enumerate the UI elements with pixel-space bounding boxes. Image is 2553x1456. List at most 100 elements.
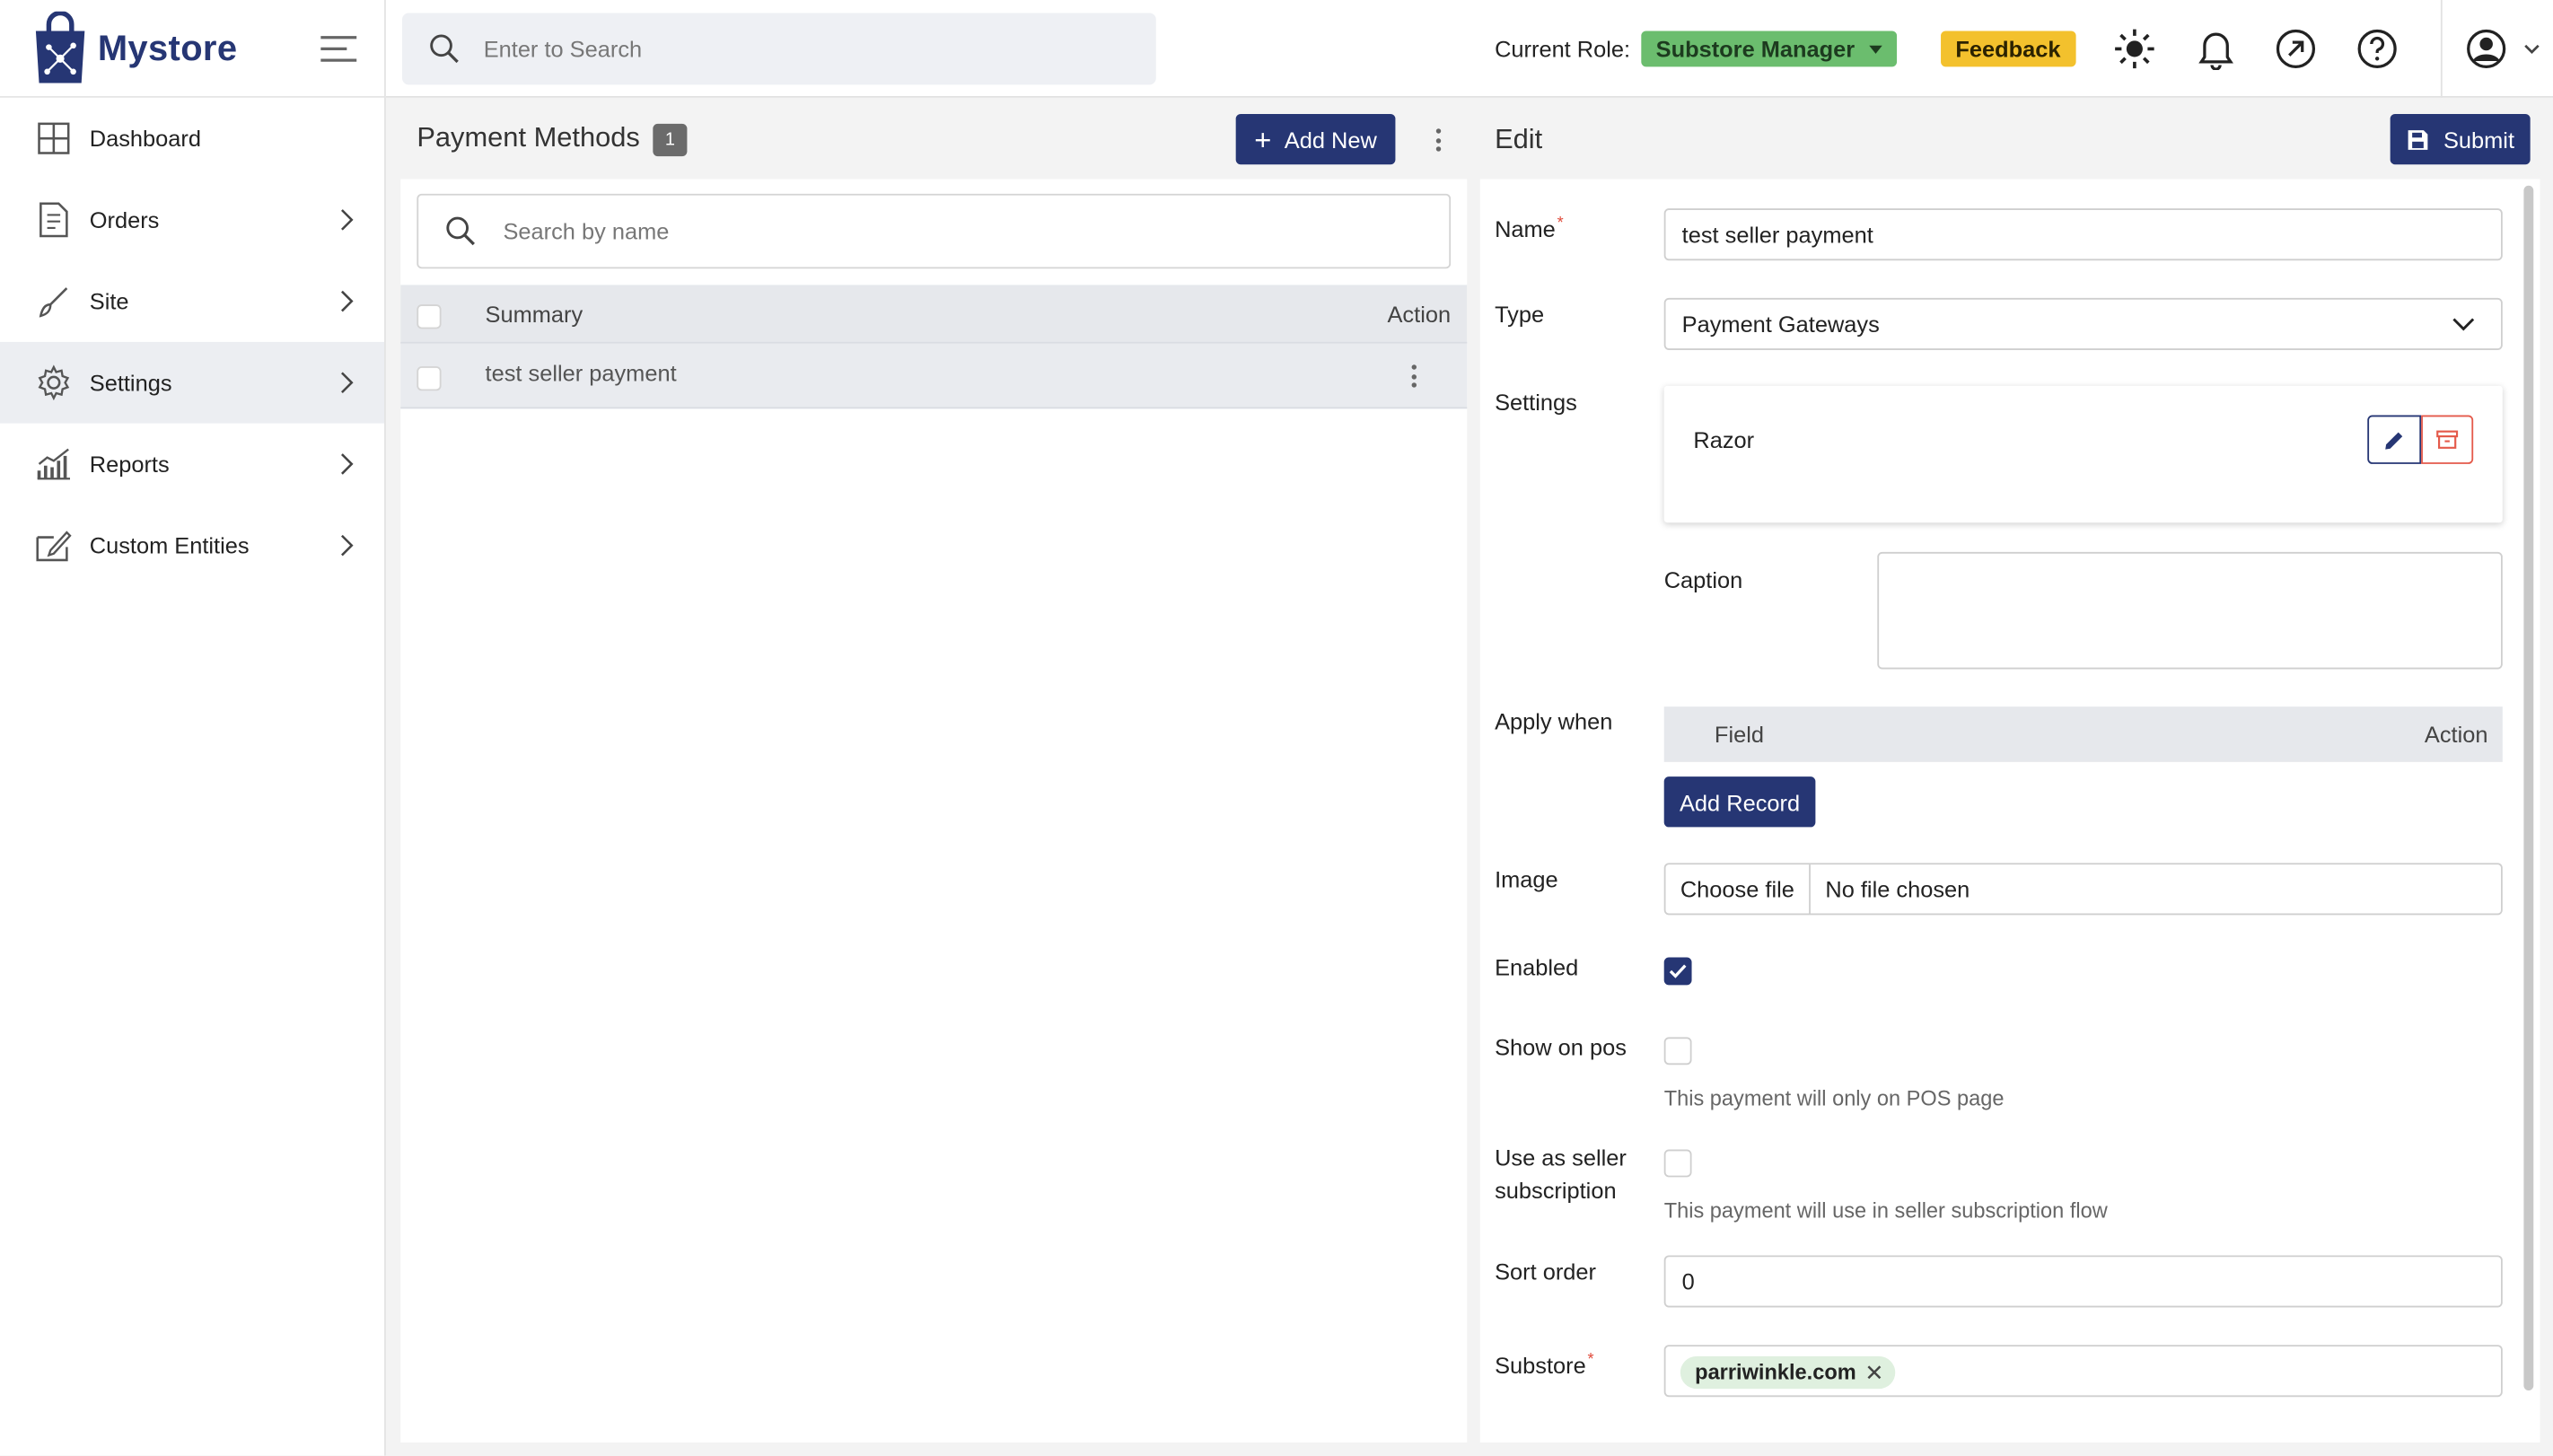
name-label: Name * — [1495, 215, 1564, 242]
row-checkbox[interactable] — [417, 366, 442, 391]
enabled-label: Enabled — [1495, 953, 1579, 980]
chevron-right-icon — [341, 290, 354, 312]
edit-title: Edit — [1495, 123, 1543, 155]
add-record-button[interactable]: Add Record — [1663, 776, 1816, 828]
edit-setting-button[interactable] — [2367, 415, 2422, 464]
current-role-label: Current Role: — [1495, 35, 1631, 62]
role-selector[interactable]: Substore Manager — [1641, 31, 1898, 67]
sidebar-item-custom-entities[interactable]: Custom Entities — [0, 504, 384, 586]
submit-button[interactable]: Submit — [2390, 113, 2531, 165]
name-input[interactable]: test seller payment — [1663, 208, 2503, 261]
required-marker: * — [1587, 1351, 1594, 1370]
row-summary: test seller payment — [485, 359, 677, 386]
sidebar-item-label: Reports — [89, 451, 170, 478]
caption-label: Caption — [1663, 566, 1743, 593]
chevron-right-icon — [341, 372, 354, 394]
table-header: Summary Action — [400, 285, 1468, 344]
image-file-input[interactable]: Choose file No file chosen — [1663, 863, 2503, 916]
sort-order-label: Sort order — [1495, 1259, 1596, 1285]
seller-subscription-hint: This payment will use in seller subscrip… — [1663, 1197, 2108, 1224]
add-new-label: Add New — [1284, 126, 1377, 153]
caption-textarea[interactable] — [1877, 551, 2503, 670]
search-icon — [430, 34, 459, 64]
sidebar-item-reports[interactable]: Reports — [0, 424, 384, 505]
sidebar-item-dashboard[interactable]: Dashboard — [0, 98, 384, 180]
row-actions-icon[interactable] — [1400, 363, 1426, 389]
search-icon — [446, 216, 475, 246]
delete-setting-button[interactable] — [2421, 415, 2474, 464]
chart-icon — [36, 446, 72, 482]
help-icon[interactable] — [2355, 26, 2400, 72]
chevron-right-icon — [341, 453, 354, 475]
submit-label: Submit — [2443, 126, 2515, 153]
sidebar-item-label: Dashboard — [89, 125, 202, 152]
enabled-checkbox[interactable] — [1663, 957, 1692, 986]
column-summary: Summary — [485, 301, 583, 328]
user-avatar-icon[interactable] — [2463, 26, 2545, 72]
search-placeholder: Enter to Search — [483, 35, 643, 62]
external-link-icon[interactable] — [2273, 26, 2319, 72]
select-all-checkbox[interactable] — [417, 304, 442, 329]
bell-icon[interactable] — [2193, 26, 2239, 72]
remove-chip-icon[interactable]: ✕ — [1864, 1356, 1883, 1389]
sort-order-input[interactable]: 0 — [1663, 1255, 2503, 1308]
substore-label: Substore * — [1495, 1351, 1594, 1379]
sun-icon[interactable] — [2111, 26, 2157, 72]
edit-header: Edit Submit — [1480, 98, 2540, 180]
add-new-button[interactable]: + Add New — [1235, 113, 1396, 165]
sidebar-nav: Dashboard Orders Site Settings Reports C… — [0, 98, 385, 586]
global-search-input[interactable]: Enter to Search — [402, 13, 1156, 85]
edit-form: Name * test seller payment Type Payment G… — [1479, 179, 2540, 1443]
sidebar-item-settings[interactable]: Settings — [0, 341, 385, 424]
show-on-pos-checkbox[interactable] — [1663, 1037, 1692, 1066]
sidebar-item-label: Settings — [89, 369, 172, 396]
more-options-icon[interactable] — [1425, 127, 1451, 153]
check-icon — [1669, 964, 1687, 978]
caret-down-icon — [1869, 45, 1883, 54]
type-select[interactable]: Payment Gateways — [1663, 297, 2503, 350]
sidebar-item-label: Site — [89, 288, 129, 315]
sidebar-item-site[interactable]: Site — [0, 260, 384, 342]
substore-multiselect[interactable]: parriwinkle.com ✕ — [1663, 1345, 2503, 1398]
column-field: Field — [1714, 721, 1764, 748]
dashboard-icon — [36, 120, 72, 156]
seller-subscription-label: Use as seller subscription — [1495, 1145, 1627, 1204]
apply-when-label: Apply when — [1495, 708, 1613, 735]
chevron-right-icon — [341, 534, 354, 557]
required-marker: * — [1557, 215, 1564, 233]
brush-icon — [36, 284, 72, 320]
gear-icon — [36, 364, 72, 401]
menu-toggle-icon[interactable] — [320, 32, 359, 65]
settings-card: Razor — [1663, 385, 2503, 523]
sidebar-item-label: Orders — [89, 206, 160, 233]
topbar-divider — [2440, 0, 2443, 98]
archive-icon — [2436, 430, 2459, 449]
chevron-right-icon — [341, 209, 354, 231]
show-on-pos-label: Show on pos — [1495, 1033, 1627, 1060]
role-value: Substore Manager — [1655, 35, 1856, 62]
seller-subscription-checkbox[interactable] — [1663, 1149, 1692, 1178]
chip-label: parriwinkle.com — [1695, 1359, 1856, 1384]
column-action: Action — [2424, 721, 2488, 748]
table-row[interactable]: test seller payment — [400, 343, 1468, 409]
page-title: Payment Methods — [417, 122, 640, 153]
settings-item-name: Razor — [1693, 426, 1755, 453]
substore-chip: parriwinkle.com ✕ — [1680, 1355, 1896, 1390]
list-header: Payment Methods 1 + Add New — [400, 98, 1467, 180]
brand-name: Mystore — [97, 26, 238, 68]
type-value: Payment Gateways — [1681, 311, 1880, 338]
pencil-icon — [2385, 431, 2403, 449]
payment-methods-list: Search by name Summary Action test selle… — [400, 179, 1468, 1443]
feedback-button[interactable]: Feedback — [1941, 31, 2075, 67]
type-label: Type — [1495, 301, 1545, 328]
store-bag-logo-icon — [35, 10, 85, 83]
sidebar-item-orders[interactable]: Orders — [0, 180, 384, 261]
choose-file-button[interactable]: Choose file — [1666, 864, 1812, 914]
search-placeholder: Search by name — [503, 218, 670, 245]
show-on-pos-hint: This payment will only on POS page — [1663, 1085, 2005, 1111]
settings-label: Settings — [1495, 389, 1577, 416]
scrollbar[interactable] — [2523, 185, 2534, 1390]
list-search-input[interactable]: Search by name — [417, 193, 1452, 269]
plus-icon: + — [1254, 122, 1272, 156]
apply-when-table-header: Field Action — [1663, 706, 2503, 762]
